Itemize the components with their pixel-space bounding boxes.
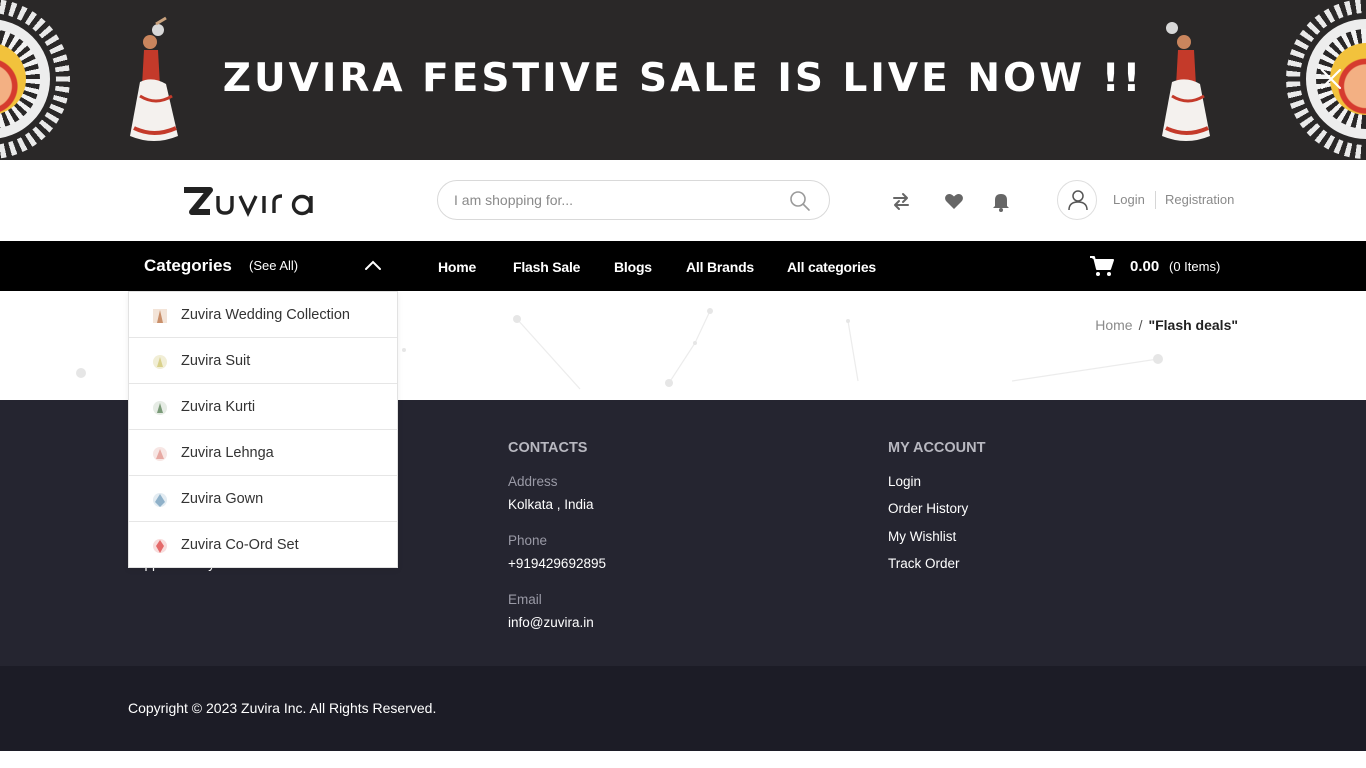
contacts-heading: CONTACTS [508, 440, 588, 456]
phone-label: Phone [508, 533, 548, 548]
footer-wishlist-link[interactable]: My Wishlist [888, 529, 956, 544]
main-navbar: Categories (See All) Home Flash Sale Blo… [0, 241, 1366, 291]
user-avatar[interactable] [1057, 180, 1097, 220]
category-dropdown-menu: Zuvira Wedding Collection Zuvira Suit Zu… [128, 291, 398, 568]
login-link[interactable]: Login [1113, 192, 1145, 207]
category-item-wedding-collection[interactable]: Zuvira Wedding Collection [129, 292, 397, 338]
suit-thumb-icon [153, 355, 167, 369]
nav-home[interactable]: Home [438, 259, 476, 275]
category-label: Zuvira Lehnga [181, 445, 274, 461]
category-label: Zuvira Co-Ord Set [181, 537, 299, 553]
coord-thumb-icon [153, 539, 167, 553]
lehnga-thumb-icon [153, 447, 167, 461]
notification-bell-icon[interactable] [990, 190, 1012, 212]
close-banner-icon[interactable] [1316, 64, 1346, 94]
breadcrumb: Home / "Flash deals" [1095, 317, 1238, 333]
nav-blogs[interactable]: Blogs [614, 259, 652, 275]
compare-icon[interactable] [890, 190, 912, 212]
category-item-gown[interactable]: Zuvira Gown [129, 476, 397, 522]
chevron-up-icon[interactable] [362, 255, 384, 277]
address-label: Address [508, 474, 558, 489]
breadcrumb-separator: / [1138, 317, 1143, 333]
footer-login-link[interactable]: Login [888, 474, 921, 489]
site-header: Login Registration [0, 160, 1366, 241]
cart-icon[interactable] [1089, 254, 1115, 278]
footer-order-history-link[interactable]: Order History [888, 501, 968, 516]
breadcrumb-current[interactable]: "Flash deals" [1148, 317, 1238, 333]
phone-value[interactable]: +919429692895 [508, 556, 606, 571]
copyright-text: Copyright © 2023 Zuvira Inc. All Rights … [128, 700, 437, 716]
wedding-thumb-icon [153, 309, 167, 323]
footer-track-order-link[interactable]: Track Order [888, 556, 960, 571]
registration-link[interactable]: Registration [1165, 192, 1234, 207]
category-item-lehnga[interactable]: Zuvira Lehnga [129, 430, 397, 476]
address-value: Kolkata , India [508, 497, 594, 512]
cart-total[interactable]: 0.00 [1130, 258, 1159, 275]
nav-all-categories[interactable]: All categories [787, 259, 876, 275]
search-input[interactable] [454, 189, 774, 211]
category-label: Zuvira Kurti [181, 399, 256, 415]
category-item-suit[interactable]: Zuvira Suit [129, 338, 397, 384]
email-label: Email [508, 592, 542, 607]
category-label: Zuvira Gown [181, 491, 264, 507]
search-icon[interactable] [788, 189, 812, 213]
email-value[interactable]: info@zuvira.in [508, 615, 594, 630]
promo-banner[interactable]: ZUVIRA FESTIVE SALE IS LIVE NOW !! [0, 0, 1366, 160]
gown-thumb-icon [153, 493, 167, 507]
category-label: Zuvira Suit [181, 353, 251, 369]
search-box [437, 180, 830, 220]
auth-divider [1155, 191, 1156, 209]
category-label: Zuvira Wedding Collection [181, 307, 350, 323]
nav-flash-sale[interactable]: Flash Sale [513, 259, 580, 275]
dancer-right-image [1162, 22, 1210, 141]
my-account-heading: MY ACCOUNT [888, 440, 986, 456]
cart-item-count[interactable]: (0 Items) [1169, 259, 1220, 274]
kurti-thumb-icon [153, 401, 167, 415]
breadcrumb-home[interactable]: Home [1095, 317, 1132, 333]
nav-all-brands[interactable]: All Brands [686, 259, 754, 275]
wishlist-heart-icon[interactable] [943, 190, 965, 212]
categories-title[interactable]: Categories [144, 256, 232, 276]
copyright-bar: Copyright © 2023 Zuvira Inc. All Rights … [0, 666, 1366, 751]
user-icon [1068, 190, 1088, 211]
see-all-categories-link[interactable]: (See All) [249, 258, 298, 273]
category-item-coord-set[interactable]: Zuvira Co-Ord Set [129, 522, 397, 568]
zuvira-logo[interactable] [180, 180, 340, 220]
category-item-kurti[interactable]: Zuvira Kurti [129, 384, 397, 430]
